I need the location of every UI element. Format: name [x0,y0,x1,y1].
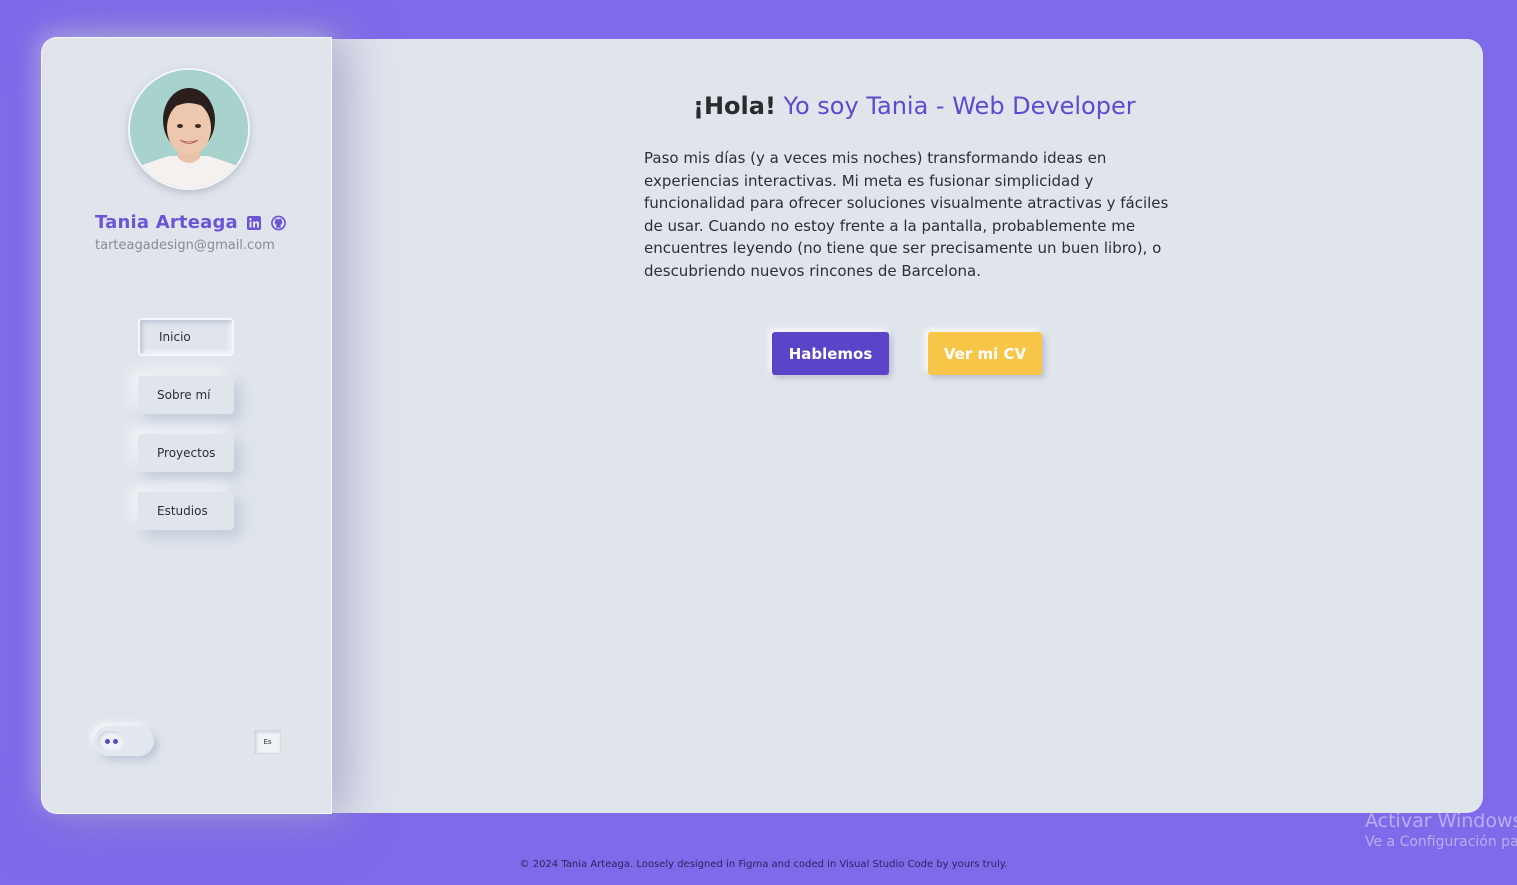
hero-greeting: ¡Hola! [693,92,776,120]
nav-item-proyectos[interactable]: Proyectos [138,434,235,472]
os-activation-watermark: Activar Windows Ve a Configuración par [1365,810,1517,850]
nav-item-sobre-mi[interactable]: Sobre mí [138,376,235,414]
linkedin-icon[interactable] [247,215,262,230]
watermark-line-1: Activar Windows [1365,810,1517,832]
sidebar: Tania Arteaga tarteagadesign@gmail.com I… [41,37,332,814]
avatar [128,68,250,190]
eyes-toggle-icon [98,731,124,751]
watermark-line-2: Ve a Configuración par [1365,834,1517,850]
profile-name-row: Tania Arteaga [95,212,286,233]
view-cv-button[interactable]: Ver mi CV [928,332,1042,375]
nav-item-inicio[interactable]: Inicio [138,318,235,356]
hero-headline: ¡Hola! Yo soy Tania - Web Developer [693,92,1136,120]
github-icon[interactable] [271,215,286,230]
nav-item-estudios[interactable]: Estudios [138,492,235,530]
theme-toggle[interactable] [94,726,154,756]
hero-title: Yo soy Tania - Web Developer [775,92,1136,120]
language-button[interactable]: Es [254,730,281,754]
profile-email: tarteagadesign@gmail.com [95,238,275,253]
sidebar-nav: Inicio Sobre mí Proyectos Estudios [138,318,235,530]
main-panel: ¡Hola! Yo soy Tania - Web Developer Paso… [300,39,1483,813]
profile-name: Tania Arteaga [95,212,238,233]
contact-button[interactable]: Hablemos [772,332,889,375]
hero-bio: Paso mis días (y a veces mis noches) tra… [644,149,1169,280]
footer-text: © 2024 Tania Arteaga. Loosely designed i… [519,859,1008,870]
page: ¡Hola! Yo soy Tania - Web Developer Paso… [0,0,1517,885]
avatar-photo [130,70,248,188]
